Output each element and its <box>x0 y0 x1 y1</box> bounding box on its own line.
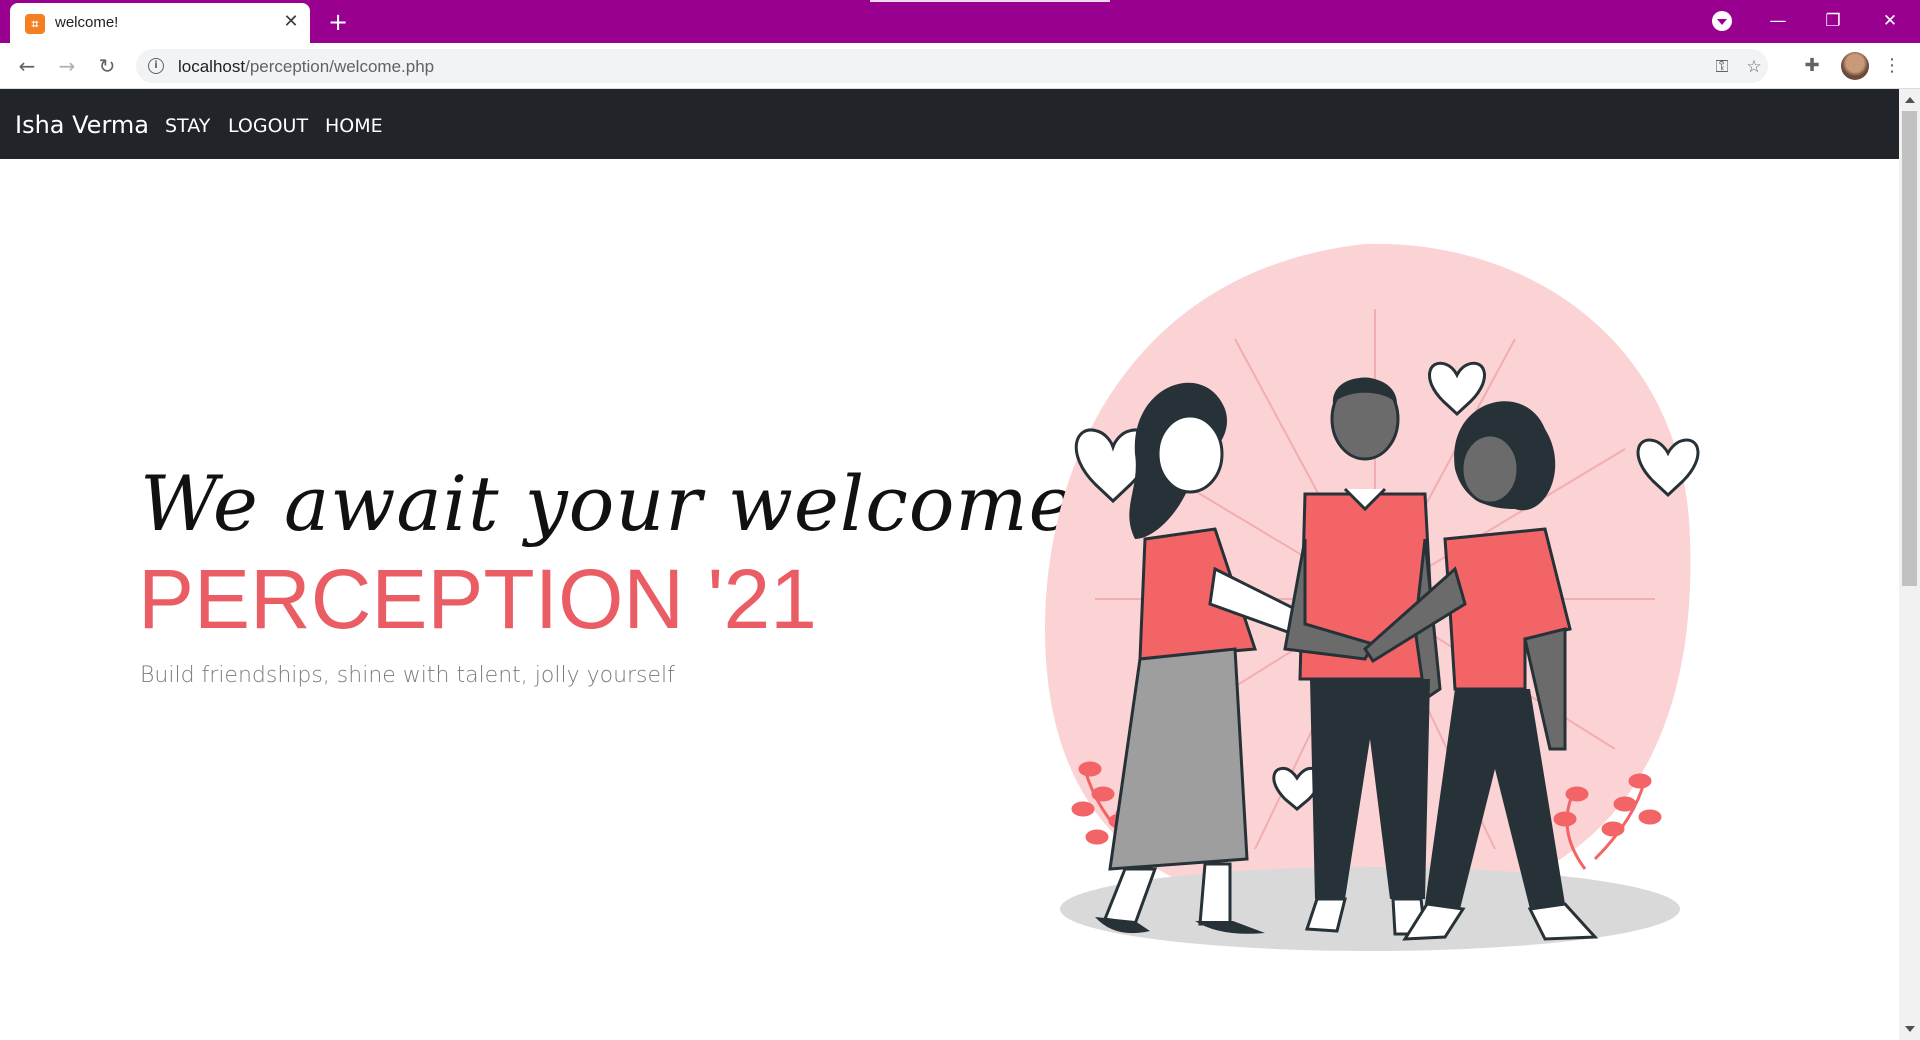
friends-illustration <box>1045 243 1700 951</box>
url-text[interactable]: localhost/perception/welcome.php <box>178 57 434 77</box>
address-bar[interactable]: i localhost/perception/welcome.php ⚿ ☆ <box>136 49 1768 83</box>
tab-search-button[interactable] <box>1712 11 1732 31</box>
extensions-puzzle-icon[interactable]: ✚ <box>1797 51 1827 81</box>
close-tab-icon[interactable]: ✕ <box>280 11 302 33</box>
key-icon[interactable]: ⚿ <box>1710 55 1734 79</box>
site-info-icon[interactable]: i <box>148 58 164 74</box>
scroll-thumb[interactable] <box>1902 111 1917 586</box>
scroll-down-arrow-icon[interactable] <box>1905 1026 1915 1032</box>
browser-menu-icon[interactable]: ⋮ <box>1877 51 1907 81</box>
forward-button[interactable]: → <box>52 51 82 81</box>
browser-tab[interactable]: ⌗ welcome! ✕ <box>10 3 310 43</box>
tab-title: welcome! <box>55 14 119 31</box>
restore-button[interactable]: ❐ <box>1813 6 1853 36</box>
page-viewport: Isha Verma STAY LOGOUT HOME We await you… <box>0 89 1899 1040</box>
scroll-up-arrow-icon[interactable] <box>1905 97 1915 103</box>
window-close-button[interactable]: ✕ <box>1870 6 1910 36</box>
browser-toolbar: ← → ↻ i localhost/perception/welcome.php… <box>0 43 1920 89</box>
tab-search-indicator <box>870 0 1110 2</box>
profile-avatar[interactable] <box>1841 52 1869 80</box>
nav-link-logout[interactable]: LOGOUT <box>228 115 308 137</box>
new-tab-button[interactable]: + <box>325 9 351 35</box>
hero-title: PERCEPTION '21 <box>138 552 817 646</box>
site-navbar: Isha Verma STAY LOGOUT HOME <box>0 89 1899 159</box>
navbar-brand[interactable]: Isha Verma <box>15 111 149 139</box>
reload-button[interactable]: ↻ <box>92 51 122 81</box>
back-button[interactable]: ← <box>12 51 42 81</box>
xampp-icon: ⌗ <box>25 14 45 34</box>
page-scrollbar[interactable] <box>1899 89 1920 1040</box>
bookmark-star-icon[interactable]: ☆ <box>1742 55 1766 79</box>
hero-subtitle: Build friendships, shine with talent, jo… <box>140 663 675 688</box>
browser-tab-strip: ⌗ welcome! ✕ + — ❐ ✕ <box>0 0 1920 43</box>
nav-link-stay[interactable]: STAY <box>165 115 210 137</box>
minimize-button[interactable]: — <box>1758 6 1798 36</box>
nav-link-home[interactable]: HOME <box>325 115 383 137</box>
